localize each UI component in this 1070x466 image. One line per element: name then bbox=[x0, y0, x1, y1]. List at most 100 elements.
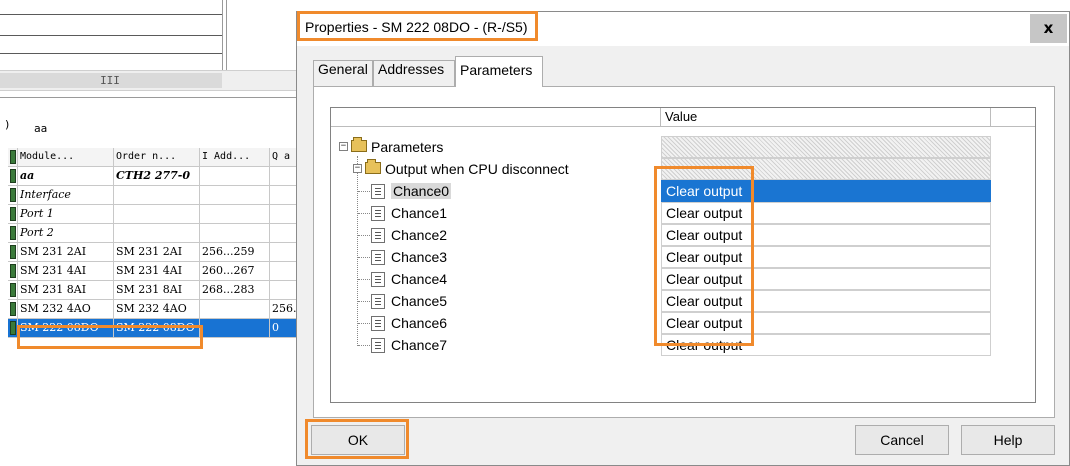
module-icon bbox=[10, 169, 16, 183]
tree-guide bbox=[358, 345, 370, 346]
module-icon bbox=[10, 283, 16, 297]
tab-addresses[interactable]: Addresses bbox=[373, 60, 455, 86]
tree-node-channel[interactable]: Chance0 Clear output bbox=[331, 180, 1035, 202]
value-cell-clear-output[interactable]: Clear output bbox=[661, 268, 991, 290]
cell-i-address: 268...283 bbox=[200, 281, 270, 299]
module-icon-cell bbox=[8, 186, 18, 204]
parameter-icon bbox=[371, 294, 385, 309]
cell-module: Port 2 bbox=[18, 224, 114, 242]
module-icon-cell bbox=[8, 319, 18, 337]
cell-order: SM 232 4AO bbox=[114, 300, 200, 318]
module-table: Module... Order n... I Add... Q a aa CTH2… bbox=[8, 148, 300, 338]
table-row[interactable]: SM 231 2AI SM 231 2AI 256...259 bbox=[8, 243, 300, 262]
folder-icon bbox=[365, 159, 381, 174]
value-cell-clear-output[interactable]: Clear output bbox=[661, 312, 991, 334]
value-cell-clear-output[interactable]: Clear output bbox=[661, 290, 991, 312]
tree-node-channel[interactable]: Chance4 Clear output bbox=[331, 268, 1035, 290]
grid-header-name bbox=[331, 108, 661, 126]
module-icon bbox=[10, 264, 16, 278]
column-header-order[interactable]: Order n... bbox=[114, 148, 200, 166]
value-cell-clear-output[interactable]: Clear output bbox=[661, 246, 991, 268]
table-row[interactable]: SM 232 4AO SM 232 4AO 256. bbox=[8, 300, 300, 319]
column-header-module[interactable]: Module... bbox=[18, 148, 114, 166]
cell-order bbox=[114, 186, 200, 204]
cell-module: Port 1 bbox=[18, 205, 114, 223]
background-top-grid bbox=[0, 0, 228, 70]
table-row[interactable]: SM 231 8AI SM 231 8AI 268...283 bbox=[8, 281, 300, 300]
cell-module: aa bbox=[18, 167, 114, 185]
value-cell-empty bbox=[661, 136, 991, 158]
parameter-icon bbox=[371, 316, 385, 331]
module-icon-cell bbox=[8, 300, 18, 318]
tree-label-group: Output when CPU disconnect bbox=[385, 161, 569, 177]
table-row[interactable]: Interface bbox=[8, 186, 300, 205]
tree-node-channel[interactable]: Chance3 Clear output bbox=[331, 246, 1035, 268]
column-header-i-address[interactable]: I Add... bbox=[200, 148, 270, 166]
module-icon bbox=[10, 245, 16, 259]
background-divider bbox=[226, 0, 227, 70]
parameter-icon bbox=[371, 228, 385, 243]
module-icon-cell bbox=[8, 243, 18, 261]
tree-label-channel: Chance3 bbox=[391, 249, 448, 265]
cell-order: SM 222 08DO bbox=[114, 319, 200, 337]
tree-label-channel: Chance6 bbox=[391, 315, 448, 331]
ok-button[interactable]: OK bbox=[311, 425, 405, 455]
collapse-icon[interactable]: − bbox=[339, 142, 348, 151]
close-button[interactable]: x bbox=[1030, 14, 1067, 43]
module-icon-cell bbox=[8, 224, 18, 242]
parameter-icon bbox=[371, 338, 385, 353]
module-icon bbox=[10, 321, 16, 335]
cell-order: SM 231 4AI bbox=[114, 262, 200, 280]
module-icon bbox=[10, 207, 16, 221]
cell-module: Interface bbox=[18, 186, 114, 204]
tree-node-channel[interactable]: Chance5 Clear output bbox=[331, 290, 1035, 312]
tab-general[interactable]: General bbox=[313, 60, 373, 86]
tree-label-channel: Chance4 bbox=[391, 271, 448, 287]
cell-order: SM 231 8AI bbox=[114, 281, 200, 299]
cell-module: SM 222 08DO bbox=[18, 319, 114, 337]
tree-node-channel[interactable]: Chance6 Clear output bbox=[331, 312, 1035, 334]
module-table-header: Module... Order n... I Add... Q a bbox=[8, 148, 300, 167]
tree-guide bbox=[358, 301, 370, 302]
cell-module: SM 231 8AI bbox=[18, 281, 114, 299]
dialog-titlebar[interactable]: Properties - SM 222 08DO - (R-/S5) x bbox=[297, 12, 1069, 46]
value-cell-clear-output[interactable]: Clear output bbox=[661, 180, 991, 202]
properties-dialog: Properties - SM 222 08DO - (R-/S5) x Gen… bbox=[296, 11, 1070, 466]
table-row[interactable]: Port 1 bbox=[8, 205, 300, 224]
value-cell-empty bbox=[661, 158, 991, 180]
tree-node-channel[interactable]: Chance1 Clear output bbox=[331, 202, 1035, 224]
cell-order bbox=[114, 224, 200, 242]
cancel-button[interactable]: Cancel bbox=[855, 425, 949, 455]
table-row[interactable]: Port 2 bbox=[8, 224, 300, 243]
parameter-icon bbox=[371, 184, 385, 199]
tree-guide bbox=[358, 213, 370, 214]
table-row[interactable]: SM 222 08DO SM 222 08DO 0 bbox=[8, 319, 300, 338]
horizontal-scrollbar[interactable]: III bbox=[0, 70, 296, 91]
value-cell-clear-output[interactable]: Clear output bbox=[661, 224, 991, 246]
value-cell-clear-output[interactable]: Clear output bbox=[661, 334, 991, 356]
help-button[interactable]: Help bbox=[961, 425, 1055, 455]
table-row[interactable]: SM 231 4AI SM 231 4AI 260...267 bbox=[8, 262, 300, 281]
collapse-icon[interactable]: − bbox=[353, 164, 362, 173]
tree-node-channel[interactable]: Chance7 Clear output bbox=[331, 334, 1035, 356]
parameter-icon bbox=[371, 206, 385, 221]
cell-i-address bbox=[200, 167, 270, 185]
cell-i-address bbox=[200, 224, 270, 242]
tree-node-channel[interactable]: Chance2 Clear output bbox=[331, 224, 1035, 246]
cell-i-address: 256...259 bbox=[200, 243, 270, 261]
tree-guide bbox=[358, 323, 370, 324]
tree-node-output-when-cpu-disconnect[interactable]: − Output when CPU disconnect bbox=[331, 158, 1035, 180]
background-separator bbox=[0, 97, 296, 98]
module-icon-cell bbox=[8, 167, 18, 185]
module-icon-cell bbox=[8, 205, 18, 223]
scrollbar-thumb-grip[interactable]: III bbox=[90, 71, 130, 90]
dialog-title: Properties - SM 222 08DO - (R-/S5) bbox=[305, 19, 528, 35]
tab-parameters[interactable]: Parameters bbox=[455, 56, 543, 87]
tree-node-parameters[interactable]: − Parameters bbox=[331, 136, 1035, 158]
cell-module: SM 232 4AO bbox=[18, 300, 114, 318]
cell-module: SM 231 4AI bbox=[18, 262, 114, 280]
parameters-panel: Value − Parameters − Output when CPU dis… bbox=[313, 86, 1055, 418]
table-row[interactable]: aa CTH2 277-0 bbox=[8, 167, 300, 186]
value-cell-clear-output[interactable]: Clear output bbox=[661, 202, 991, 224]
cell-order: CTH2 277-0 bbox=[114, 167, 200, 185]
